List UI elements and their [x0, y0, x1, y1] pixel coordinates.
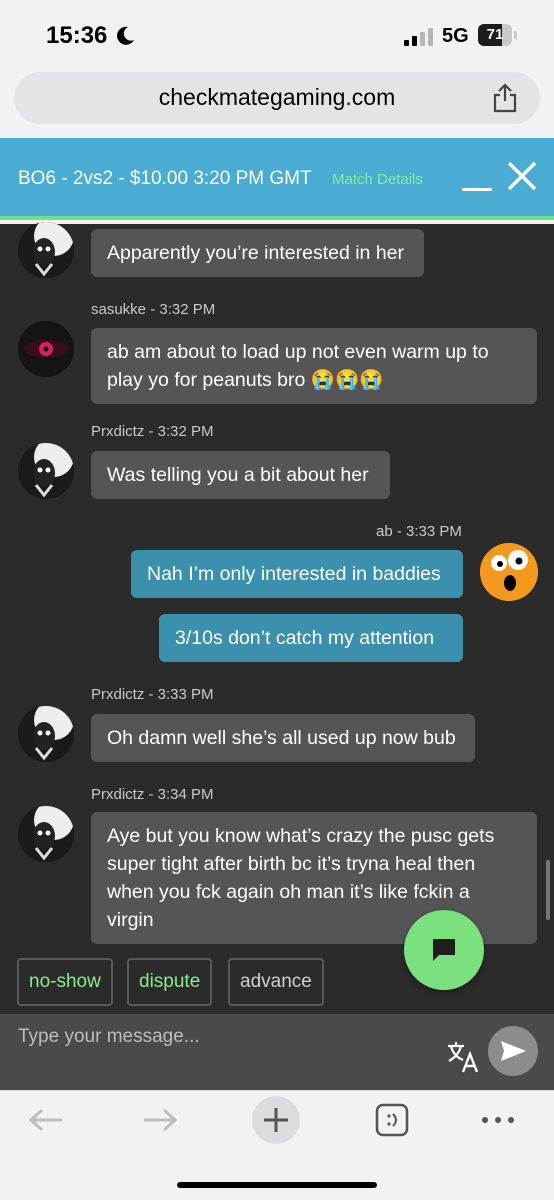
avatar-ab	[480, 543, 538, 601]
translate-icon[interactable]	[446, 1040, 480, 1074]
back-arrow-icon[interactable]	[26, 1105, 66, 1135]
match-header: BO6 - 2vs2 - $10.00 3:20 PM GMT Match De…	[0, 138, 554, 220]
address-bar[interactable]: checkmategaming.com	[14, 72, 540, 124]
battery-icon: 71	[478, 24, 518, 46]
url-text[interactable]: checkmategaming.com	[14, 84, 540, 111]
message-bubble: Oh damn well she’s all used up now bub	[91, 714, 475, 762]
avatar-prxdictz	[18, 706, 74, 762]
send-button[interactable]	[488, 1026, 538, 1076]
battery-level: 71	[486, 26, 504, 43]
network-label: 5G	[442, 25, 469, 47]
message-meta: ab - 3:33 PM	[376, 523, 462, 540]
status-bar: 15:36 5G 71	[0, 0, 554, 70]
tabs-icon[interactable]	[374, 1102, 410, 1138]
avatar-prxdictz	[18, 222, 74, 278]
message-meta: Prxdictz - 3:33 PM	[91, 686, 214, 703]
forward-arrow-icon[interactable]	[140, 1105, 180, 1135]
avatar-prxdictz	[18, 806, 74, 862]
chat-icon	[433, 939, 455, 961]
message-bubble-mine: 3/10s don’t catch my attention	[159, 614, 463, 662]
close-icon[interactable]	[506, 160, 538, 192]
more-icon[interactable]	[480, 1112, 516, 1128]
message-bubble: Apparently you’re interested in her	[91, 229, 424, 277]
scrollbar[interactable]	[546, 860, 550, 920]
message-bubble-mine: Nah I’m only interested in baddies	[131, 550, 463, 598]
send-icon	[501, 1041, 526, 1061]
message-bubble: ab am about to load up not even warm up …	[91, 328, 537, 404]
message-bubble: Was telling you a bit about her	[91, 451, 390, 499]
message-meta: Prxdictz - 3:32 PM	[91, 423, 214, 440]
plus-icon	[264, 1108, 288, 1132]
match-details-link[interactable]: Match Details	[332, 171, 423, 188]
advance-button[interactable]: advance	[228, 958, 324, 1006]
new-tab-button[interactable]	[252, 1096, 300, 1144]
message-input[interactable]	[0, 1014, 430, 1090]
chat-fab-button[interactable]	[404, 910, 484, 990]
signal-icon	[404, 28, 433, 46]
match-title: BO6 - 2vs2 - $10.00 3:20 PM GMT	[18, 168, 312, 189]
avatar-sasukke	[18, 321, 74, 377]
message-meta: sasukke - 3:32 PM	[91, 301, 216, 318]
no-show-button[interactable]: no-show	[17, 958, 113, 1006]
avatar-prxdictz	[18, 443, 74, 499]
moon-icon	[117, 26, 134, 45]
dispute-button[interactable]: dispute	[127, 958, 213, 1006]
share-icon[interactable]	[492, 83, 518, 113]
minimize-icon[interactable]	[462, 188, 492, 191]
home-indicator	[177, 1182, 377, 1188]
message-meta: Prxdictz - 3:34 PM	[91, 786, 214, 803]
status-time: 15:36	[46, 22, 108, 49]
